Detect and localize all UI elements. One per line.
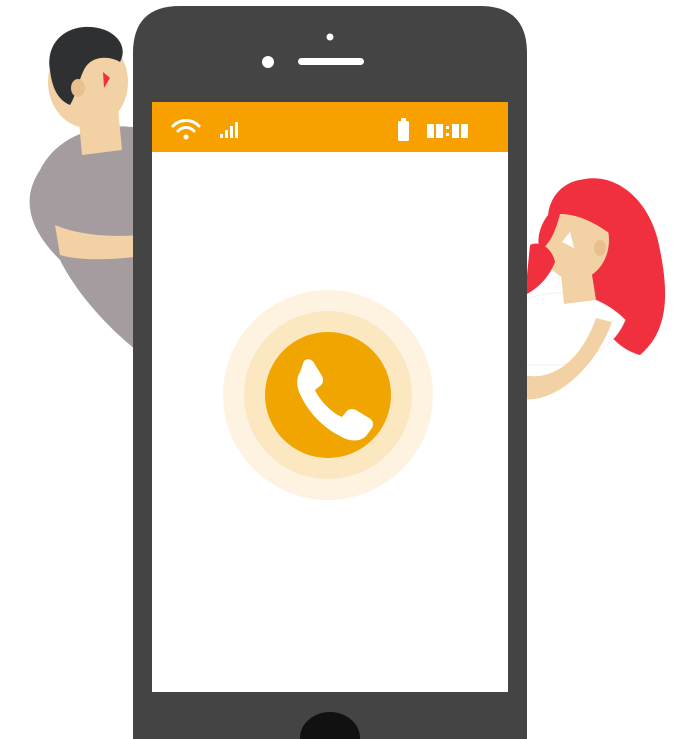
- battery-icon: [398, 118, 409, 141]
- smartphone: [133, 6, 527, 739]
- man-ear: [71, 79, 85, 97]
- earpiece-speaker: [298, 58, 364, 65]
- call-area: [223, 290, 433, 500]
- proximity-sensor: [326, 33, 334, 41]
- illustration-scene: [29, 6, 666, 739]
- woman-ear: [594, 240, 606, 256]
- front-camera: [262, 56, 274, 68]
- call-button[interactable]: [265, 332, 391, 458]
